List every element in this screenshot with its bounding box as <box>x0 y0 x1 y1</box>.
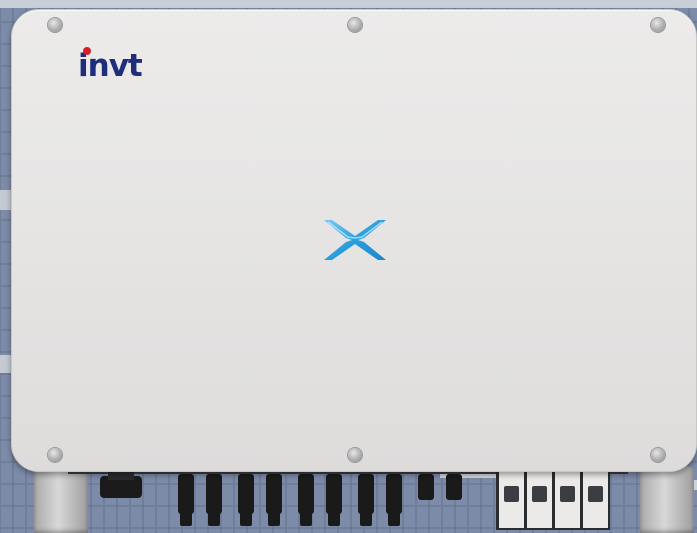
brand-logo-dot <box>83 47 91 55</box>
ac-terminal-block <box>496 470 610 530</box>
screw-top-center <box>348 18 362 32</box>
connector-panel <box>68 468 628 530</box>
vent-valve <box>100 472 142 498</box>
screw-bottom-right <box>651 448 665 462</box>
product-photo: invt <box>0 0 697 533</box>
screw-top-right <box>651 18 665 32</box>
x-status-indicator-icon <box>324 220 386 260</box>
screw-top-left <box>48 18 62 32</box>
dc-connectors <box>178 474 462 526</box>
screw-bottom-left <box>48 448 62 462</box>
screw-bottom-center <box>348 448 362 462</box>
